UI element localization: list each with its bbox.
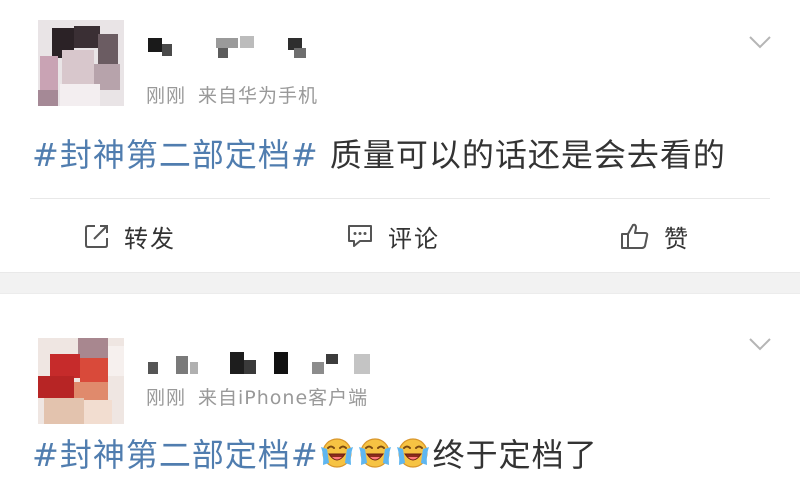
username[interactable]	[146, 34, 326, 60]
repost-icon	[85, 225, 108, 248]
feed-post[interactable]: 刚刚 来自华为手机 #封神第二部定档# 质量可以的话还是会去看的 转发 评论 赞	[0, 0, 800, 272]
post-body: 终于定档了	[432, 436, 598, 474]
like-button[interactable]: 赞	[620, 216, 690, 256]
avatar[interactable]	[38, 20, 124, 106]
post-meta: 刚刚 来自iPhone客户端	[146, 383, 368, 410]
post-source: 来自iPhone客户端	[198, 387, 369, 409]
like-label: 赞	[664, 224, 690, 253]
repost-button[interactable]: 转发	[84, 216, 176, 256]
feed-separator	[0, 272, 800, 294]
avatar[interactable]	[38, 338, 124, 424]
chevron-down-icon[interactable]	[748, 34, 772, 50]
topic-link[interactable]: #封神第二部定档#	[32, 436, 319, 474]
post-content: #封神第二部定档# 质量可以的话还是会去看的	[32, 130, 726, 176]
topic-link[interactable]: #封神第二部定档#	[32, 136, 319, 174]
post-time: 刚刚	[146, 85, 187, 107]
chevron-down-icon[interactable]	[748, 336, 772, 352]
divider	[30, 198, 770, 199]
post-actions: 转发 评论 赞	[0, 216, 800, 256]
repost-label: 转发	[124, 224, 176, 253]
comment-label: 评论	[388, 224, 440, 253]
feed-post[interactable]: 刚刚 来自iPhone客户端 #封神第二部定档# 终于定档了	[0, 294, 800, 494]
post-source: 来自华为手机	[198, 85, 319, 107]
post-content: #封神第二部定档# 终于定档了	[32, 430, 598, 476]
comment-icon	[348, 225, 372, 247]
post-body: 质量可以的话还是会去看的	[329, 136, 726, 174]
comment-button[interactable]: 评论	[346, 216, 440, 256]
emoji-row	[319, 436, 433, 474]
post-time: 刚刚	[146, 387, 187, 409]
crying-laugh-emoji-icon	[358, 438, 391, 468]
post-meta: 刚刚 来自华为手机	[146, 81, 318, 108]
username[interactable]	[146, 350, 386, 376]
crying-laugh-emoji-icon	[396, 438, 429, 468]
like-icon	[621, 223, 649, 249]
crying-laugh-emoji-icon	[320, 438, 353, 468]
